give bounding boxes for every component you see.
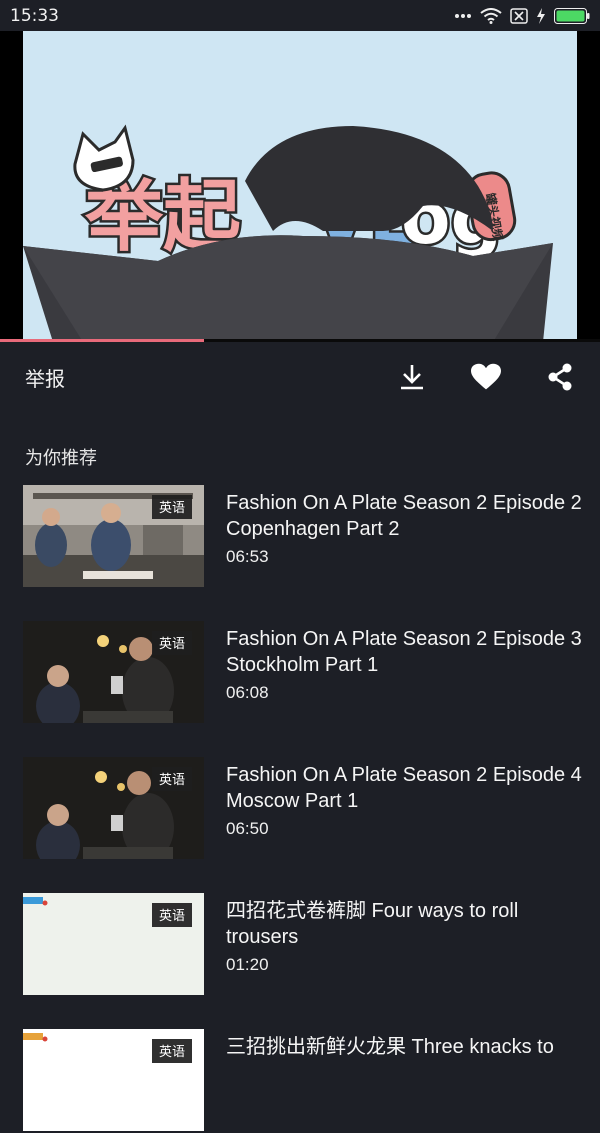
share-icon[interactable] [545,362,575,392]
video-thumbnail[interactable]: 英语 [23,485,204,587]
video-title[interactable]: 四招花式卷裤脚 Four ways to roll trousers [226,898,591,950]
language-badge: 英语 [151,1039,192,1063]
video-duration: 06:08 [226,683,269,702]
video-title[interactable]: Fashion On A Plate Season 2 Episode 2 Co… [226,490,591,542]
video-player[interactable]: 举起 VL og 罐头视频 [0,31,600,342]
video-duration: 06:50 [226,819,269,838]
list-item[interactable]: 英语 Fashion On A Plate Season 2 Episode 2… [0,485,600,589]
wifi-icon [480,7,502,24]
action-bar: 举报 [0,342,600,412]
language-badge: 英语 [151,903,192,927]
status-bar: 15:33 [0,0,600,31]
video-title[interactable]: 三招挑出新鲜火龙果 Three knacks to [226,1034,591,1060]
video-thumbnail[interactable]: 英语 [23,893,204,995]
status-time: 15:33 [10,5,59,26]
language-badge: 英语 [151,495,192,519]
video-thumbnail[interactable]: 英语 [23,621,204,723]
list-item[interactable]: 英语 Fashion On A Plate Season 2 Episode 4… [0,757,600,861]
list-item[interactable]: 英语 四招花式卷裤脚 Four ways to roll trousers 01… [0,893,600,997]
video-frame: 举起 VL og 罐头视频 [23,31,577,342]
list-item[interactable]: 英语 Fashion On A Plate Season 2 Episode 3… [0,621,600,725]
video-title[interactable]: Fashion On A Plate Season 2 Episode 4 Mo… [226,762,591,814]
video-thumbnail-art: 举起 VL og 罐头视频 [23,31,577,342]
status-icons [454,7,590,24]
video-thumbnail[interactable]: 英语 [23,757,204,859]
video-title[interactable]: Fashion On A Plate Season 2 Episode 3 St… [226,626,591,678]
no-sim-icon [510,7,528,24]
more-dots-icon [455,13,471,18]
language-badge: 英语 [151,631,192,655]
download-icon[interactable] [397,362,427,392]
battery-icon [554,7,590,24]
report-button[interactable]: 举报 [25,363,353,392]
recommend-section-title: 为你推荐 [25,448,97,469]
list-item[interactable]: 英语 三招挑出新鲜火龙果 Three knacks to [0,1029,600,1133]
heart-icon[interactable] [471,362,501,392]
video-duration: 06:53 [226,547,269,566]
video-thumbnail[interactable]: 英语 [23,1029,204,1131]
charging-bolt-icon [537,7,545,24]
video-duration: 01:20 [226,955,269,974]
language-badge: 英语 [151,767,192,791]
